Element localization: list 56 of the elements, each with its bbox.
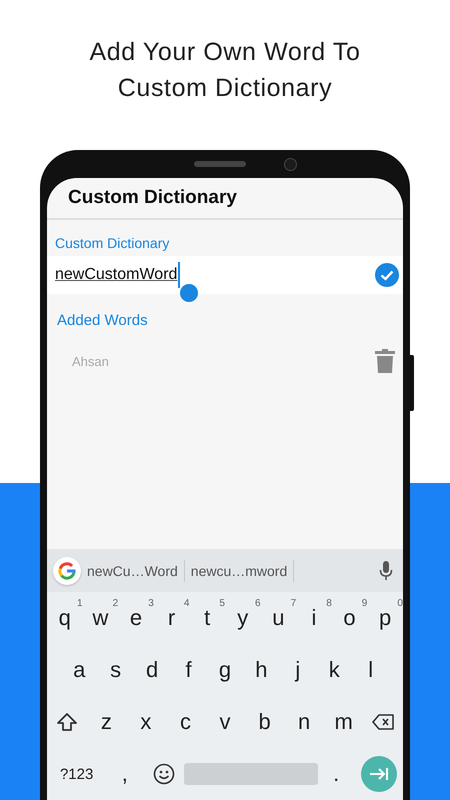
symbols-key[interactable]: ?123 [47,752,106,796]
key[interactable]: i 8 [296,596,332,640]
backspace-icon [372,714,394,730]
section-label: Added Words [57,312,149,329]
arrow-to-bar-icon [368,767,390,781]
key[interactable]: u 7 [260,596,296,640]
key[interactable]: q 1 [47,596,83,640]
word-item: Ahsan [72,354,109,368]
suggestion[interactable]: newCu…Word [81,560,185,582]
smiley-icon [152,763,175,785]
app-bar-title: Custom Dictionary [47,178,403,220]
cursor-handle[interactable] [180,284,198,302]
key-hint: 9 [362,598,368,609]
key-hint: 0 [397,598,403,609]
shift-icon [56,712,78,732]
check-icon[interactable] [375,263,399,287]
key-hint: 6 [255,598,261,609]
key-hint: 7 [290,598,296,609]
key[interactable]: c [166,700,206,744]
key[interactable]: s [97,648,134,692]
key-hint: 4 [184,598,190,609]
key[interactable]: v [205,700,245,744]
camera-lens [284,158,296,170]
key[interactable]: n [284,700,324,744]
key[interactable]: t 5 [189,596,225,640]
key[interactable]: . [318,752,355,796]
key[interactable]: z [86,700,126,744]
key[interactable]: f [170,648,207,692]
key[interactable]: d [134,648,170,692]
suggestion[interactable]: newcu…mword [184,560,294,582]
key-hint: 3 [148,598,154,609]
key[interactable]: b [244,700,284,744]
key[interactable]: p 0 [367,596,403,640]
g-logo-icon[interactable] [53,556,81,584]
key-hint: 8 [326,598,332,609]
trash-icon[interactable] [375,349,395,373]
speaker-grille [194,161,246,167]
key[interactable]: x [126,700,166,744]
key[interactable]: j [280,648,316,692]
field-label: Custom Dictionary [55,235,170,251]
key[interactable]: e 3 [118,596,154,640]
key[interactable]: h [243,648,280,692]
key[interactable]: y 6 [224,596,261,640]
key[interactable]: m [324,700,364,744]
key[interactable]: l [352,648,389,692]
headline: Add Your Own Word To Custom Dictionary [88,37,362,104]
key[interactable]: g [206,648,244,692]
key-hint: 5 [219,598,225,609]
key[interactable]: , [106,752,144,796]
key[interactable]: r 4 [154,596,190,640]
key[interactable]: a [61,648,98,692]
key-hint: 1 [77,598,83,609]
microphone-icon[interactable] [379,560,393,580]
key[interactable]: k [316,648,352,692]
key-hint: 2 [112,598,118,609]
key[interactable]: o 9 [332,596,368,640]
